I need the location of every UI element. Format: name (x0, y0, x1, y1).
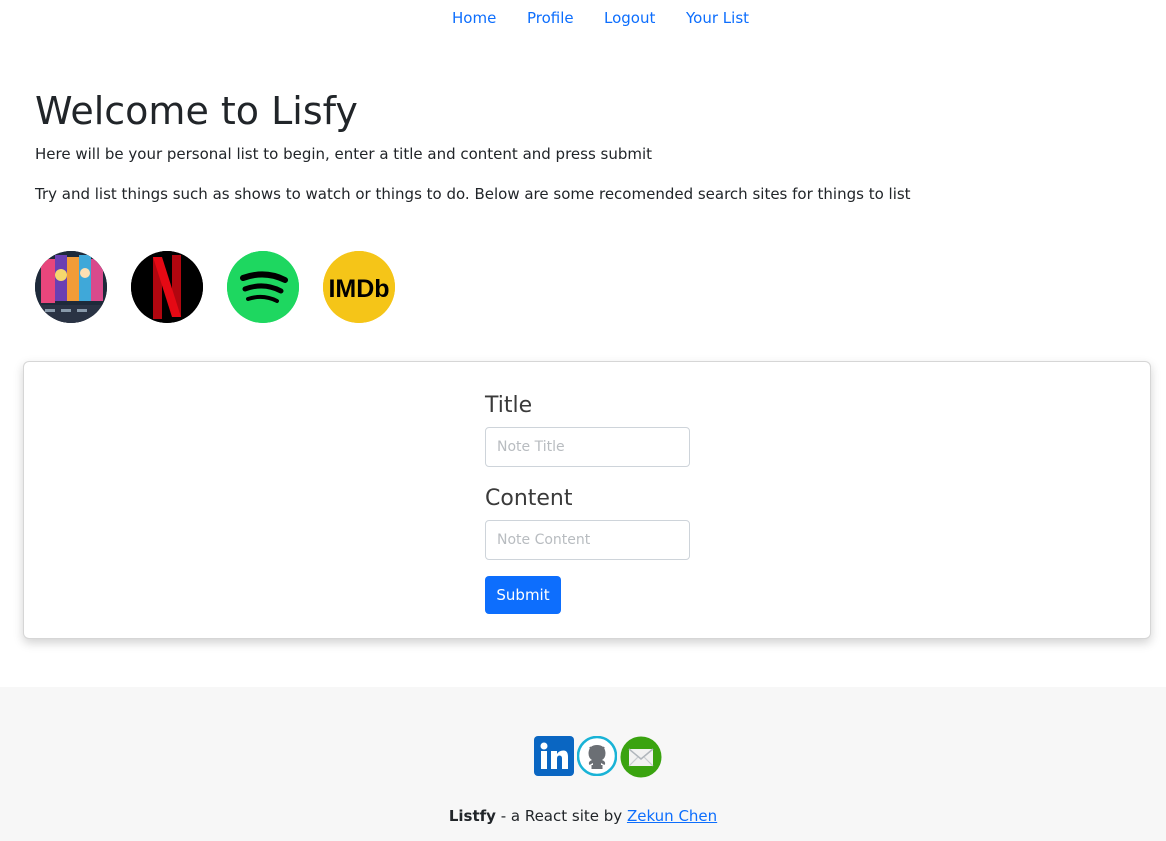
note-title-input[interactable] (485, 427, 690, 467)
imdb-icon[interactable]: IMDb (323, 251, 395, 323)
intro-text: Here will be your personal list to begin… (35, 145, 653, 163)
title-label: Title (485, 393, 533, 418)
author-link[interactable]: Zekun Chen (627, 807, 717, 825)
linkedin-icon[interactable] (534, 736, 574, 776)
imdb-logo-text: IMDb (328, 275, 389, 303)
github-icon[interactable] (577, 736, 617, 776)
netflix-icon[interactable] (131, 251, 203, 323)
hint-text: Try and list things such as shows to wat… (35, 185, 911, 203)
nav-logout-link[interactable]: Logout (604, 8, 655, 28)
nav-your-list-link[interactable]: Your List (686, 8, 749, 28)
nav-home-link[interactable]: Home (452, 8, 496, 28)
top-nav: Home Profile Logout Your List (0, 0, 1166, 36)
spotify-icon[interactable] (227, 251, 299, 323)
content-label: Content (485, 486, 573, 511)
footer-credit: Listfy - a React site by Zekun Chen (0, 806, 1166, 826)
submit-button[interactable]: Submit (485, 576, 561, 614)
crunchyroll-icon[interactable] (35, 251, 107, 323)
note-content-input[interactable] (485, 520, 690, 560)
note-form-card (23, 361, 1151, 639)
credit-tagline: - a React site by (495, 807, 627, 825)
mail-icon[interactable] (620, 736, 662, 778)
nav-profile-link[interactable]: Profile (527, 8, 574, 28)
brand-name: Listfy (448, 807, 496, 825)
page-title: Welcome to Lisfy (35, 89, 358, 133)
